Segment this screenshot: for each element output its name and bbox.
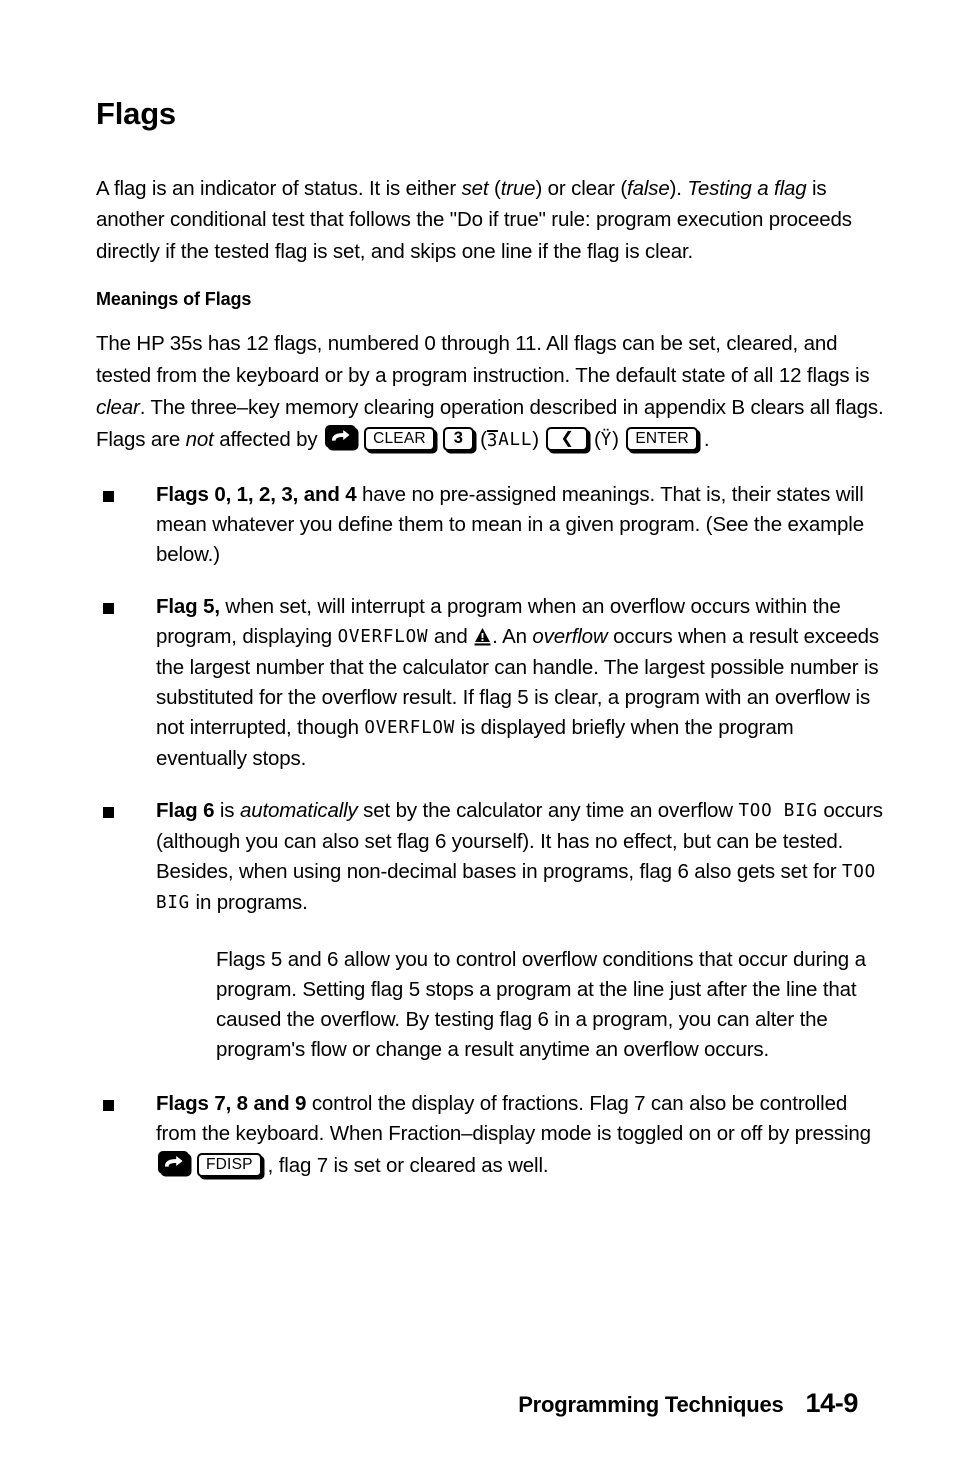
- intro-paragraph: A flag is an indicator of status. It is …: [96, 173, 888, 268]
- lcd-all-text: ALL: [498, 430, 533, 451]
- intro-em-set: set: [461, 176, 489, 200]
- right-shift-key-icon[interactable]: [325, 425, 357, 449]
- lcd-paren-open: (: [480, 428, 487, 452]
- flag6-em-automatically: automatically: [239, 798, 358, 822]
- list-item-flag-5: Flag 5, when set, will interrupt a progr…: [96, 592, 888, 774]
- page-content: Flags A flag is an indicator of status. …: [96, 96, 888, 1203]
- meanings-seg-3: affected by: [213, 428, 324, 452]
- lcd-too-big-1: TOO BIG: [738, 800, 818, 821]
- fdisp-key[interactable]: FDISP: [197, 1152, 262, 1177]
- flags-list: Flags 0, 1, 2, 3, and 4 have no pre-assi…: [96, 480, 888, 1181]
- lcd-3-overlined: 3: [486, 430, 499, 452]
- list-item-flags-7-8-9: Flags 7, 8 and 9 control the display of …: [96, 1089, 888, 1181]
- bullet-lead-flags-0-4: Flags 0, 1, 2, 3, and 4: [156, 482, 357, 506]
- document-page: Flags A flag is an indicator of status. …: [0, 0, 954, 1480]
- intro-seg-1: A flag is an indicator of status. It is …: [96, 176, 462, 200]
- lcd-y-text: Ÿ: [600, 430, 613, 451]
- footer-chapter-name: Programming Techniques: [518, 1392, 784, 1417]
- intro-em-true: true: [500, 176, 536, 200]
- three-key[interactable]: 3: [442, 427, 475, 452]
- meanings-paragraph: The HP 35s has 12 flags, numbered 0 thro…: [96, 328, 888, 457]
- square-bullet-icon: [103, 490, 114, 502]
- meanings-em-not: not: [185, 428, 214, 452]
- lcd-overflow-2: OVERFLOW: [364, 717, 456, 738]
- lcd-y-paren-open: (: [594, 428, 601, 452]
- bullet-lead-flag-5: Flag 5,: [156, 594, 220, 618]
- footer-page-number: 14-9: [805, 1388, 859, 1418]
- lcd-overflow-1: OVERFLOW: [337, 626, 429, 647]
- warning-triangle-icon: [474, 627, 491, 646]
- intro-seg-3: ) or clear (: [535, 176, 628, 200]
- meanings-seg-end: .: [703, 428, 710, 452]
- bullet-lead-flag-6: Flag 6: [156, 798, 215, 822]
- meanings-em-clear: clear: [96, 395, 140, 419]
- clear-key[interactable]: CLEAR: [364, 427, 435, 452]
- flag5-em-overflow: overflow: [532, 624, 608, 648]
- lcd-y-paren-close: ): [612, 428, 619, 452]
- flags789-text-2: , flag 7 is set or cleared as well.: [267, 1153, 549, 1177]
- flag5-text-2: and: [428, 624, 474, 648]
- bullet-lead-flags-7-8-9: Flags 7, 8 and 9: [156, 1091, 307, 1115]
- page-title: Flags: [96, 96, 176, 131]
- subheading-meanings-of-flags: Meanings of Flags: [96, 289, 252, 310]
- square-bullet-icon: [103, 602, 114, 614]
- left-arrow-key[interactable]: ❮: [546, 427, 589, 452]
- page-footer: Programming Techniques 14-9: [0, 1388, 858, 1419]
- flag6-text-1: is: [214, 798, 240, 822]
- square-bullet-icon: [103, 1099, 114, 1111]
- list-item-flag-6: Flag 6 is automatically set by the calcu…: [96, 796, 888, 1065]
- square-bullet-icon: [103, 806, 114, 818]
- intro-seg-4: ).: [669, 176, 688, 200]
- flag6-text-4: in programs.: [190, 890, 308, 914]
- flag6-text-2: set by the calculator any time an overfl…: [357, 798, 739, 822]
- intro-em-false: false: [627, 176, 670, 200]
- lcd-paren-close: ): [532, 428, 539, 452]
- flag5-text-3: . An: [492, 624, 533, 648]
- enter-key[interactable]: ENTER: [626, 427, 698, 452]
- list-item-flags-0-4: Flags 0, 1, 2, 3, and 4 have no pre-assi…: [96, 480, 888, 570]
- intro-seg-2: (: [488, 176, 501, 200]
- intro-em-testing-a-flag: Testing a flag: [687, 176, 807, 200]
- right-shift-key-icon[interactable]: [158, 1150, 189, 1174]
- meanings-seg-1: The HP 35s has 12 flags, numbered 0 thro…: [96, 332, 870, 387]
- overflow-explanation-paragraph: Flags 5 and 6 allow you to control overf…: [216, 947, 866, 1061]
